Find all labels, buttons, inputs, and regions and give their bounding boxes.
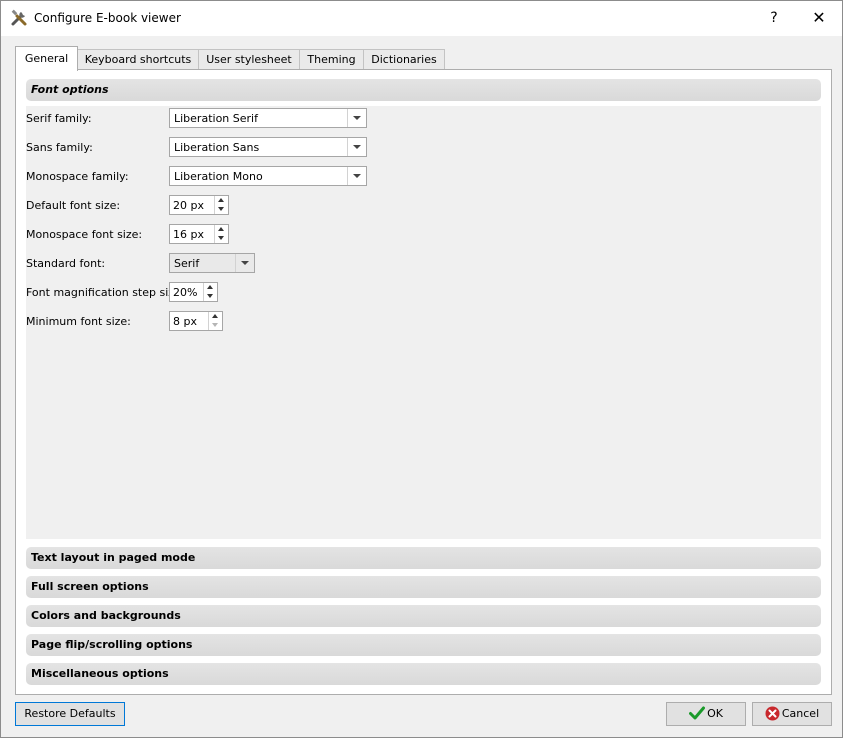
help-button[interactable]: ? — [759, 5, 789, 31]
section-page-flip[interactable]: Page flip/scrolling options — [26, 634, 821, 656]
general-panel: Font options Serif family: Liberation Se… — [15, 69, 832, 695]
section-full-screen[interactable]: Full screen options — [26, 576, 821, 598]
spin-buttons[interactable] — [214, 196, 228, 214]
dropdown-button[interactable] — [347, 167, 366, 185]
chevron-down-icon — [353, 174, 361, 178]
spin-buttons[interactable] — [203, 283, 217, 301]
title-bar: Configure E-book viewer ? ✕ — [1, 1, 842, 36]
chevron-down-icon — [241, 261, 249, 265]
monospace-family-combo[interactable]: Liberation Mono — [169, 166, 367, 186]
tab-dictionaries[interactable]: Dictionaries — [363, 49, 445, 70]
default-font-size-label: Default font size: — [26, 199, 121, 212]
default-font-size-value: 20 px — [173, 199, 204, 212]
section-colors[interactable]: Colors and backgrounds — [26, 605, 821, 627]
magnification-step-value: 20% — [173, 286, 198, 299]
monospace-family-value: Liberation Mono — [174, 170, 263, 183]
tab-general[interactable]: General — [15, 46, 78, 71]
arrow-up-icon — [218, 198, 224, 202]
section-miscellaneous[interactable]: Miscellaneous options — [26, 663, 821, 685]
window-title: Configure E-book viewer — [34, 11, 181, 25]
section-font-options[interactable]: Font options — [26, 79, 821, 101]
minimum-font-size-value: 8 px — [173, 315, 197, 328]
dropdown-button[interactable] — [235, 254, 254, 272]
magnification-step-spinbox[interactable]: 20% — [169, 282, 218, 302]
dropdown-button[interactable] — [347, 109, 366, 127]
close-icon: ✕ — [812, 8, 826, 27]
tab-label: User stylesheet — [206, 53, 292, 66]
tab-label: General — [24, 52, 69, 65]
arrow-up-icon — [207, 285, 213, 289]
monospace-font-size-spinbox[interactable]: 16 px — [169, 224, 229, 244]
arrow-down-icon — [218, 236, 224, 240]
standard-font-label: Standard font: — [26, 257, 106, 270]
dropdown-button[interactable] — [347, 138, 366, 156]
sans-family-value: Liberation Sans — [174, 141, 260, 154]
tab-label: Keyboard shortcuts — [84, 53, 192, 66]
tab-keyboard-shortcuts[interactable]: Keyboard shortcuts — [77, 49, 199, 70]
sans-family-label: Sans family: — [26, 141, 93, 154]
cancel-icon — [765, 706, 780, 720]
serif-family-label: Serif family: — [26, 112, 92, 125]
arrow-down-icon — [212, 323, 218, 327]
tab-label: Dictionaries — [371, 53, 437, 66]
monospace-family-label: Monospace family: — [26, 170, 129, 183]
restore-defaults-button[interactable]: Restore Defaults — [15, 702, 125, 726]
minimum-font-size-spinbox[interactable]: 8 px — [169, 311, 223, 331]
serif-family-value: Liberation Serif — [174, 112, 258, 125]
section-text-layout[interactable]: Text layout in paged mode — [26, 547, 821, 569]
chevron-down-icon — [353, 145, 361, 149]
cancel-button[interactable]: Cancel — [752, 702, 832, 726]
configure-dialog: Configure E-book viewer ? ✕ General Keyb… — [0, 0, 843, 738]
tools-icon — [11, 9, 27, 26]
ok-button[interactable]: OK — [666, 702, 746, 726]
default-font-size-spinbox[interactable]: 20 px — [169, 195, 229, 215]
serif-family-combo[interactable]: Liberation Serif — [169, 108, 367, 128]
spin-buttons[interactable] — [208, 312, 222, 330]
arrow-down-icon — [207, 294, 213, 298]
checkmark-icon — [689, 706, 706, 720]
standard-font-value: Serif — [174, 257, 200, 270]
font-options-content: Serif family: Liberation Serif Sans fami… — [26, 106, 821, 539]
ok-label: OK — [707, 707, 723, 720]
tab-user-stylesheet[interactable]: User stylesheet — [198, 49, 300, 70]
chevron-down-icon — [353, 116, 361, 120]
spin-buttons[interactable] — [214, 225, 228, 243]
arrow-up-icon — [218, 227, 224, 231]
sans-family-combo[interactable]: Liberation Sans — [169, 137, 367, 157]
monospace-font-size-label: Monospace font size: — [26, 228, 143, 241]
arrow-down-icon — [218, 207, 224, 211]
magnification-step-label: Font magnification step size: — [26, 286, 185, 299]
tab-theming[interactable]: Theming — [299, 49, 364, 70]
monospace-font-size-value: 16 px — [173, 228, 204, 241]
minimum-font-size-label: Minimum font size: — [26, 315, 131, 328]
arrow-up-icon — [212, 314, 218, 318]
close-button[interactable]: ✕ — [804, 5, 834, 31]
tab-label: Theming — [307, 53, 356, 66]
standard-font-combo[interactable]: Serif — [169, 253, 255, 273]
cancel-label: Cancel — [781, 707, 820, 720]
restore-defaults-label: Restore Defaults — [24, 707, 116, 720]
